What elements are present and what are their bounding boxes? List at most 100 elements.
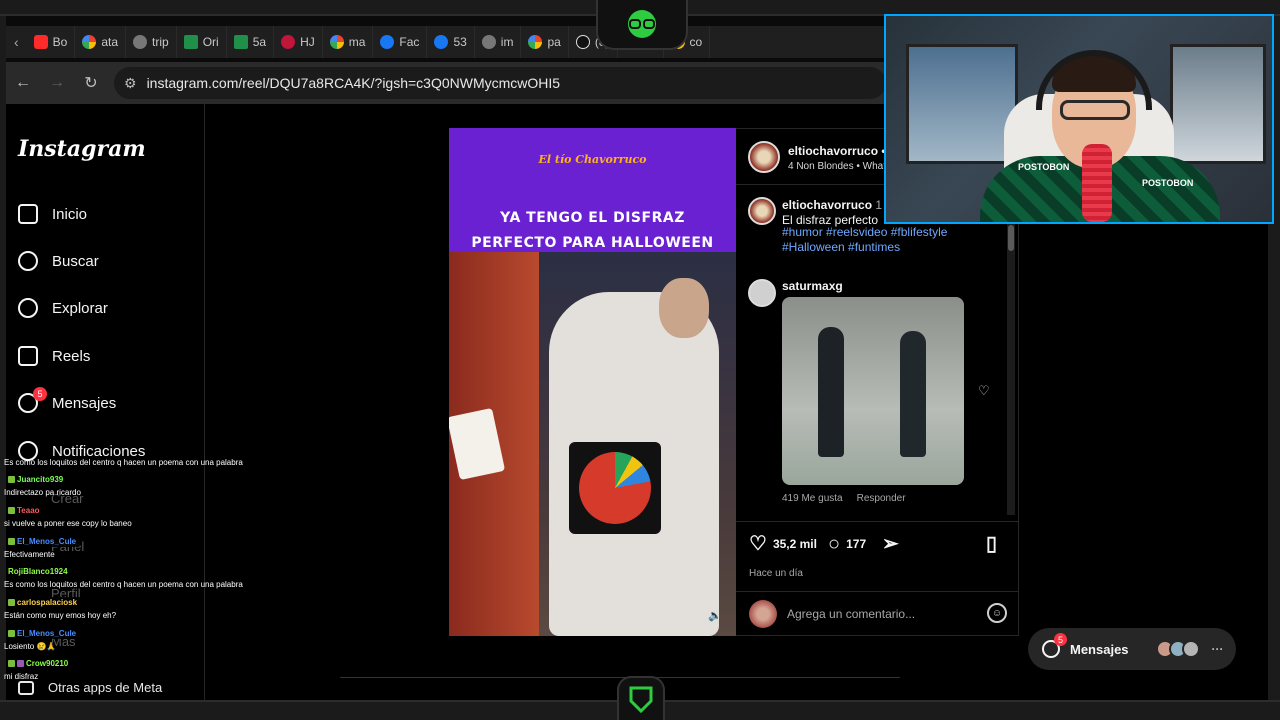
streamer-logo-top (596, 0, 688, 50)
sponsor-text-right: POSTOBON (1142, 178, 1194, 188)
poster-right (1170, 44, 1266, 164)
bookmark-icon: ▯ (986, 533, 998, 555)
share-button[interactable]: ➢ (882, 534, 899, 554)
author-avatar[interactable] (748, 141, 780, 173)
comments-scrollbar[interactable] (1007, 221, 1015, 515)
messages-pill[interactable]: 5 Mensajes ··· (1028, 628, 1236, 670)
person-head (659, 278, 709, 338)
browser-tab[interactable]: Bo (27, 26, 76, 58)
comment-bar: Agrega un comentario... ☺ (736, 591, 1019, 637)
mascot-icon (628, 10, 656, 38)
sponsor-text-left: POSTOBON (1018, 162, 1070, 172)
browser-tab[interactable]: Fac (373, 26, 428, 58)
like-button[interactable]: ♡ 35,2 mil (749, 534, 817, 554)
comment-bubble-icon: ○ (828, 533, 841, 555)
own-avatar (749, 600, 777, 628)
save-button[interactable]: ▯ (986, 534, 997, 554)
gif-figure-right (900, 331, 926, 457)
chat-badge (8, 538, 15, 545)
site-settings-icon[interactable]: ⚙ (124, 75, 137, 92)
browser-tab[interactable]: ata (75, 26, 127, 58)
browser-tab[interactable]: pa (521, 26, 569, 58)
streamer-logo-bottom (617, 676, 665, 720)
reel-title-banner: El tío Chavorruco YA TENGO EL DISFRAZ PE… (449, 128, 736, 252)
sidebar-item-buscar[interactable]: Buscar (18, 251, 99, 271)
message-avatars (1155, 640, 1200, 658)
commenter-avatar[interactable] (748, 279, 776, 307)
reel-caption: YA TENGO EL DISFRAZ PERFECTO PARA HALLOW… (471, 210, 714, 251)
chat-username: carlospalaciosk (6, 597, 82, 608)
comment-meta: 419 Me gusta Responder (782, 493, 906, 504)
chat-username: Crow90210 (6, 658, 73, 669)
emoji-icon[interactable]: ☺ (987, 603, 1007, 623)
messages-pill-badge: 5 (1054, 633, 1067, 646)
audio-label[interactable]: 4 Non Blondes • What (788, 161, 886, 172)
instagram-logo[interactable]: Instagram (18, 136, 146, 162)
globe-icon (133, 35, 148, 49)
chat-message: Efectivamente (4, 550, 55, 559)
reply-link[interactable]: Responder (857, 493, 906, 504)
reload-icon[interactable]: ↻ (74, 73, 108, 93)
sidebar-item-mensajes[interactable]: 5 Mensajes (18, 387, 116, 413)
browser-tab[interactable]: ma (323, 26, 374, 58)
chat-message: Indirectazo pa ricardo (4, 488, 81, 497)
chat-badge (8, 630, 15, 637)
browser-tab[interactable]: HJ (274, 26, 323, 58)
browser-tab[interactable]: im (475, 26, 522, 58)
sidebar-item-explorar[interactable]: Explorar (18, 298, 108, 318)
comment-likes[interactable]: 419 Me gusta (782, 493, 843, 504)
red-site-icon (281, 35, 296, 49)
tab-list-chevron-icon[interactable]: ‹ (6, 34, 27, 50)
reel-video[interactable]: El tío Chavorruco YA TENGO EL DISFRAZ PE… (449, 128, 736, 636)
reels-icon (18, 346, 38, 366)
reel-video-frame: 🔈 (449, 252, 736, 636)
shield-icon (629, 686, 653, 713)
chat-username: El_Menos_Cule (6, 628, 81, 639)
chat-message: si vuelve a poner ese copy lo baneo (4, 519, 132, 528)
chat-badge (8, 476, 15, 483)
sidebar-item-reels[interactable]: Reels (18, 346, 90, 366)
facebook-icon (380, 35, 395, 49)
sidebar-item-otras-apps[interactable]: Otras apps de Meta (18, 680, 162, 695)
chat-username: El_Menos_Cule (6, 536, 81, 547)
headset (1036, 50, 1152, 110)
caption-username[interactable]: eltiochavorruco 1 (782, 198, 882, 212)
browser-tab-bar: ‹ Bo ata trip Ori 5a HJ ma Fac 53 im pa … (6, 26, 886, 58)
browser-address-bar: ← → ↻ ⚙ instagram.com/reel/DQU7a8RCA4K/?… (6, 62, 886, 104)
chat-badge (8, 507, 15, 514)
browser-tab[interactable]: 53 (427, 26, 475, 58)
browser-tab[interactable]: Ori (177, 26, 227, 58)
facebook-icon (434, 35, 449, 49)
back-arrow-icon[interactable]: ← (6, 74, 40, 92)
volume-icon[interactable]: 🔈 (708, 609, 722, 622)
scrollbar-thumb[interactable] (1008, 225, 1014, 251)
streamer-webcam: POSTOBON POSTOBON (884, 14, 1274, 224)
chat-username: Juancito939 (6, 474, 68, 485)
reel-brand-logo: El tío Chavorruco (538, 153, 647, 166)
google-icon (528, 35, 543, 49)
caption-hashtags[interactable]: #humor #reelsvideo #fblifestyle #Hallowe… (782, 225, 972, 255)
send-icon: ➢ (882, 533, 899, 555)
caption-avatar[interactable] (748, 197, 776, 225)
heart-outline-icon: ♡ (749, 533, 767, 555)
author-username[interactable]: eltiochavorruco • (788, 144, 886, 158)
divider-line (340, 677, 900, 678)
browser-tab[interactable]: trip (126, 26, 177, 58)
comment-input[interactable]: Agrega un comentario... (787, 607, 915, 621)
url-input[interactable]: ⚙ instagram.com/reel/DQU7a8RCA4K/?igsh=c… (114, 67, 886, 99)
commenter-username[interactable]: saturmaxg (782, 279, 843, 293)
fr-icon (233, 35, 248, 49)
google-icon (82, 35, 97, 49)
browser-tab[interactable]: 5a (227, 26, 275, 58)
comment-like-icon[interactable]: ♡ (978, 383, 990, 399)
post-time: Hace un día (749, 568, 803, 579)
comment-button[interactable]: ○ 177 (828, 534, 866, 554)
chat-badge (8, 660, 15, 667)
google-icon (329, 35, 344, 49)
compass-icon (18, 298, 38, 318)
home-icon (18, 204, 38, 224)
globe-icon (481, 35, 496, 49)
forward-arrow-icon[interactable]: → (40, 74, 74, 92)
sidebar-item-inicio[interactable]: Inicio (18, 204, 87, 224)
wheel-patch (569, 442, 661, 534)
